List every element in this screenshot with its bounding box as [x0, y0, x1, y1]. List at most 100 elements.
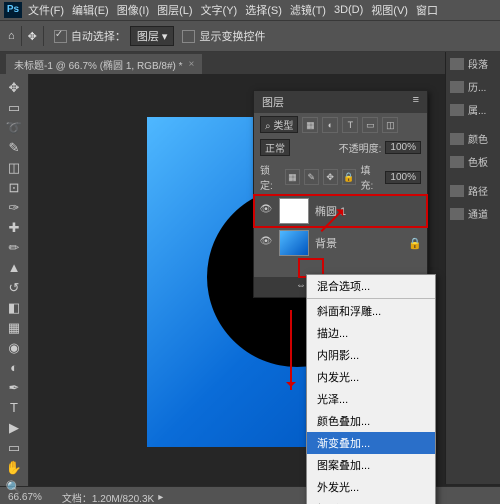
menu-item-pattern-overlay[interactable]: 图案叠加... [307, 454, 435, 476]
heal-tool[interactable]: ✚ [4, 219, 24, 237]
document-tabbar: 未标题-1 @ 66.7% (椭圆 1, RGB/8#) * × [0, 52, 500, 74]
auto-select-dropdown[interactable]: 图层 ▾ [130, 26, 175, 46]
home-icon[interactable]: ⌂ [8, 30, 15, 42]
properties-panel-tab[interactable]: 属... [446, 98, 500, 121]
shape-tool[interactable]: ▭ [4, 439, 24, 457]
color-panel-tab[interactable]: 颜色 [446, 127, 500, 150]
lasso-tool[interactable]: ➰ [4, 119, 24, 137]
filter-smart-icon[interactable]: ◫ [382, 117, 398, 133]
eraser-tool[interactable]: ◧ [4, 299, 24, 317]
menu-item-gradient-overlay[interactable]: 渐变叠加... [307, 432, 435, 454]
menu-select[interactable]: 选择(S) [245, 2, 282, 18]
menu-item-satin[interactable]: 光泽... [307, 388, 435, 410]
blend-mode-dropdown[interactable]: 正常 [260, 139, 290, 156]
lock-pixels-icon[interactable]: ✎ [304, 169, 319, 185]
history-brush-tool[interactable]: ↺ [4, 279, 24, 297]
layer-thumbnail[interactable] [279, 198, 309, 224]
menu-item-inner-glow[interactable]: 内发光... [307, 366, 435, 388]
frame-tool[interactable]: ⊡ [4, 179, 24, 197]
quick-select-tool[interactable]: ✎ [4, 139, 24, 157]
history-panel-tab[interactable]: 历... [446, 75, 500, 98]
opacity-label: 不透明度: [339, 140, 382, 155]
auto-select-checkbox[interactable] [54, 30, 67, 43]
layer-style-menu: 混合选项... 斜面和浮雕... 描边... 内阴影... 内发光... 光泽.… [306, 274, 436, 504]
filter-type-dropdown[interactable]: ⌕ 类型 [260, 116, 298, 133]
filter-pixel-icon[interactable]: ▦ [302, 117, 318, 133]
menu-3d[interactable]: 3D(D) [334, 4, 363, 16]
menu-item-bevel[interactable]: 斜面和浮雕... [307, 300, 435, 322]
opacity-field[interactable]: 100% [385, 141, 421, 154]
right-collapsed-panels: 段落 历... 属... 颜色 色板 路径 通道 [445, 52, 500, 484]
menu-layer[interactable]: 图层(L) [157, 2, 192, 18]
paths-panel-tab[interactable]: 路径 [446, 179, 500, 202]
menu-item-outer-glow[interactable]: 外发光... [307, 476, 435, 498]
tab-title: 未标题-1 @ 66.7% (椭圆 1, RGB/8#) * [14, 57, 183, 72]
history-icon [450, 81, 464, 93]
lock-icon: 🔒 [408, 237, 422, 250]
paragraph-icon [450, 58, 464, 70]
layer-name[interactable]: 背景 [315, 235, 337, 251]
visibility-icon[interactable]: 👁 [259, 236, 273, 250]
auto-select-label: 自动选择： [71, 28, 126, 44]
show-transform-checkbox[interactable] [182, 30, 195, 43]
filter-shape-icon[interactable]: ▭ [362, 117, 378, 133]
blur-tool[interactable]: ◉ [4, 339, 24, 357]
annotation-arrow [290, 310, 292, 390]
path-select-tool[interactable]: ▶ [4, 419, 24, 437]
menu-view[interactable]: 视图(V) [371, 2, 408, 18]
lock-position-icon[interactable]: ✥ [323, 169, 338, 185]
color-icon [450, 133, 464, 145]
brush-tool[interactable]: ✏ [4, 239, 24, 257]
menu-item-blending[interactable]: 混合选项... [307, 275, 435, 297]
hand-tool[interactable]: ✋ [4, 459, 24, 477]
menu-type[interactable]: 文字(Y) [201, 2, 238, 18]
menu-item-inner-shadow[interactable]: 内阴影... [307, 344, 435, 366]
pen-tool[interactable]: ✒ [4, 379, 24, 397]
close-icon[interactable]: × [189, 59, 195, 70]
channels-icon [450, 208, 464, 220]
paragraph-panel-tab[interactable]: 段落 [446, 52, 500, 75]
stamp-tool[interactable]: ▲ [4, 259, 24, 277]
zoom-tool[interactable]: 🔍 [4, 479, 24, 497]
menu-image[interactable]: 图像(I) [117, 2, 149, 18]
chevron-right-icon[interactable]: ▸ [158, 492, 163, 503]
lock-transparent-icon[interactable]: ▦ [285, 169, 300, 185]
menu-item-color-overlay[interactable]: 颜色叠加... [307, 410, 435, 432]
visibility-icon[interactable]: 👁 [259, 204, 273, 218]
fill-field[interactable]: 100% [385, 171, 421, 184]
type-tool[interactable]: T [4, 399, 24, 417]
document-tab[interactable]: 未标题-1 @ 66.7% (椭圆 1, RGB/8#) * × [6, 54, 202, 74]
marquee-tool[interactable]: ▭ [4, 99, 24, 117]
menu-filter[interactable]: 滤镜(T) [290, 2, 326, 18]
eyedropper-tool[interactable]: ✑ [4, 199, 24, 217]
menu-edit[interactable]: 编辑(E) [72, 2, 109, 18]
menubar: Ps 文件(F) 编辑(E) 图像(I) 图层(L) 文字(Y) 选择(S) 滤… [0, 0, 500, 20]
gradient-tool[interactable]: ▦ [4, 319, 24, 337]
menu-window[interactable]: 窗口 [416, 2, 438, 18]
panel-menu-icon[interactable]: ≡ [413, 94, 419, 110]
dodge-tool[interactable]: ◐ [4, 359, 24, 377]
lock-all-icon[interactable]: 🔒 [342, 169, 357, 185]
channels-panel-tab[interactable]: 通道 [446, 202, 500, 225]
app-window: Ps 文件(F) 编辑(E) 图像(I) 图层(L) 文字(Y) 选择(S) 滤… [0, 0, 500, 504]
menu-file[interactable]: 文件(F) [28, 2, 64, 18]
move-tool-icon: ✥ [28, 30, 37, 43]
layers-panel-title: 图层 [262, 94, 284, 110]
menu-item-stroke[interactable]: 描边... [307, 322, 435, 344]
toolbox: ✥ ▭ ➰ ✎ ◫ ⊡ ✑ ✚ ✏ ▲ ↺ ◧ ▦ ◉ ◐ ✒ T ▶ ▭ ✋ … [0, 74, 29, 486]
move-tool[interactable]: ✥ [4, 79, 24, 97]
layers-panel: 图层≡ ⌕ 类型 ▦ ◐ T ▭ ◫ 正常 不透明度: 100% 锁定: ▦ ✎… [253, 90, 428, 298]
doc-size: 文档：1.20M/820.3K [62, 490, 154, 504]
swatches-icon [450, 156, 464, 168]
app-icon: Ps [4, 2, 22, 18]
crop-tool[interactable]: ◫ [4, 159, 24, 177]
swatches-panel-tab[interactable]: 色板 [446, 150, 500, 173]
menu-item-drop-shadow[interactable]: 投影... [307, 498, 435, 504]
layer-row-background[interactable]: 👁 背景 🔒 [254, 227, 427, 259]
fill-label: 填充: [360, 162, 381, 192]
show-transform-label: 显示变换控件 [199, 28, 265, 44]
filter-adjust-icon[interactable]: ◐ [322, 117, 338, 133]
options-bar: ⌂ ✥ 自动选择： 图层 ▾ 显示变换控件 [0, 20, 500, 52]
filter-type-icon[interactable]: T [342, 117, 358, 133]
layer-thumbnail[interactable] [279, 230, 309, 256]
